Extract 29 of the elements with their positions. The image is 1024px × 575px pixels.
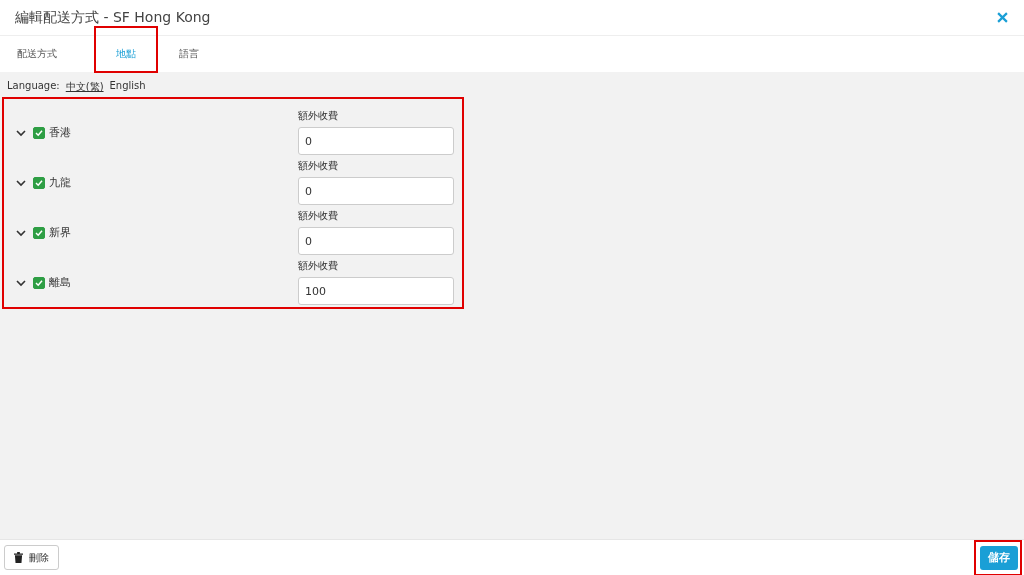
checkbox[interactable] (33, 176, 45, 189)
tab[interactable]: 語言 (168, 36, 210, 72)
field-label: 額外收費 (298, 259, 339, 273)
input-field[interactable]: 100 (298, 277, 454, 305)
input-field[interactable]: 0 (298, 177, 454, 205)
region-name: 新界 (49, 225, 71, 240)
close-icon[interactable] (997, 12, 1008, 23)
chevron-icon[interactable] (16, 177, 26, 188)
checkbox[interactable] (33, 126, 45, 139)
checkbox[interactable] (33, 226, 45, 239)
input-field[interactable]: 0 (298, 227, 454, 255)
region-name: 離島 (49, 275, 71, 290)
field-label: 額外收費 (298, 159, 339, 173)
field-label: 額外收費 (298, 109, 339, 123)
tab[interactable]: 配送方式 (6, 36, 68, 72)
region-name: 香港 (49, 125, 71, 140)
language-link[interactable]: 中文(繁) (65, 80, 104, 94)
chevron-icon[interactable] (16, 127, 26, 138)
language-link[interactable]: English (109, 80, 146, 94)
region-name: 九龍 (49, 175, 71, 190)
checkbox[interactable] (33, 276, 45, 289)
language-label: Language: (7, 80, 60, 93)
delete-button[interactable]: 刪除 (4, 545, 59, 570)
input-field[interactable]: 0 (298, 127, 454, 155)
window-title: 編輯配送方式 - SF Hong Kong (15, 8, 211, 27)
trash-icon (14, 552, 23, 563)
chevron-icon[interactable] (16, 227, 26, 238)
field-label: 額外收費 (298, 209, 339, 223)
chevron-icon[interactable] (16, 277, 26, 288)
